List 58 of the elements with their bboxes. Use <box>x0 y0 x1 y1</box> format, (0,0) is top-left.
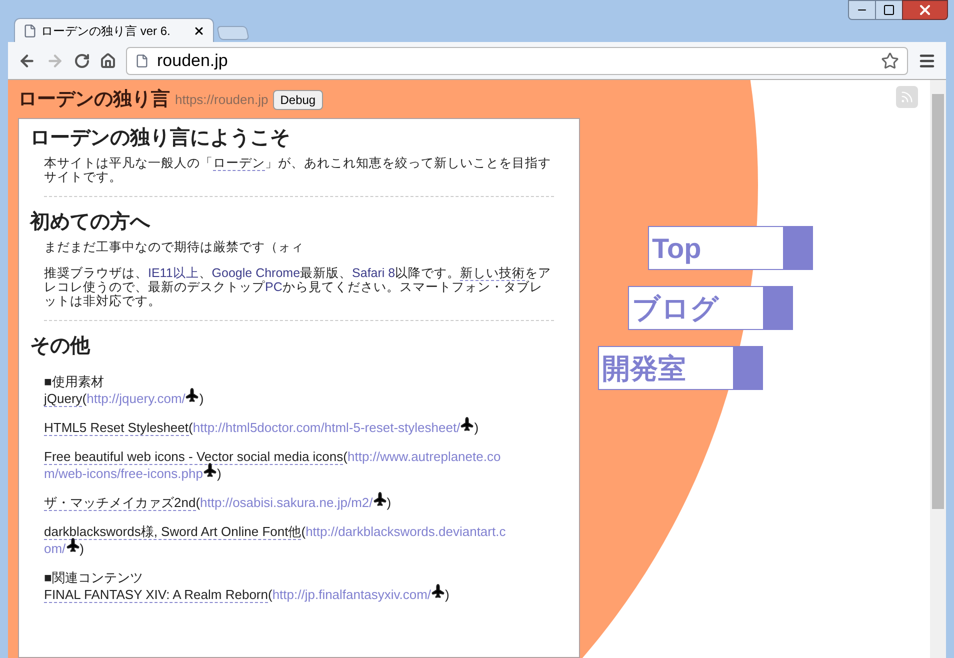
address-bar[interactable]: rouden.jp <box>126 46 908 74</box>
site-url: https://rouden.jp <box>175 91 268 110</box>
close-parenthesis: ) <box>80 541 84 556</box>
browser-tab[interactable]: ローデンの独り言 ver 6. <box>14 18 214 42</box>
section-heading: その他 <box>30 334 92 359</box>
resource-link[interactable]: om/ <box>44 541 66 556</box>
resource-link[interactable]: http://darkblackswords.deviantart.c <box>306 524 506 539</box>
scrollbar-thumb[interactable] <box>932 94 944 509</box>
category-label: ■使用素材 <box>44 373 105 390</box>
section-heading: 初めての方へ <box>30 210 152 235</box>
paragraph: 本サイトは平凡な一般人の「ローデン」が、あれこれ知恵を絞って新しいことを目指すサイトです。 <box>44 156 552 184</box>
open-parenthesis: ( <box>268 587 272 602</box>
resource-name: HTML5 Reset Stylesheet <box>44 420 189 436</box>
resource-link[interactable]: http://jp.finalfantasyxiv.com/ <box>272 587 432 602</box>
bookmark-star-icon[interactable] <box>881 52 899 70</box>
close-tab-icon[interactable] <box>193 24 205 36</box>
close-parenthesis: ) <box>445 587 450 602</box>
close-icon <box>917 2 933 18</box>
resource-link[interactable]: http://www.autreplanete.co <box>348 449 501 464</box>
tab-title: ローデンの独り言 ver 6. <box>41 22 170 40</box>
page-icon <box>135 54 149 68</box>
open-parenthesis: ( <box>82 391 87 406</box>
resource-link[interactable]: http://jquery.com/ <box>86 391 186 406</box>
debug-button[interactable]: Debug <box>273 90 323 110</box>
maximize-button[interactable] <box>876 0 902 20</box>
resource-link[interactable]: m/web-icons/free-icons.php <box>44 466 203 481</box>
resource-link[interactable]: http://osabisi.sakura.ne.jp/m2/ <box>200 495 373 510</box>
back-icon[interactable] <box>18 52 36 70</box>
section-heading: ローデンの独り言にようこそ <box>30 126 291 151</box>
resource-name: FINAL FANTASY XIV: A Realm Reborn <box>44 587 268 603</box>
resource-name: darkblackswords様, Sword Art Online Font他 <box>44 524 302 540</box>
resource-name: jQuery <box>44 391 82 407</box>
nav-link[interactable]: Top <box>648 226 813 270</box>
resource-link[interactable]: http://html5doctor.com/html-5-reset-stylesheet/ <box>192 420 460 435</box>
open-parenthesis: ( <box>196 495 200 510</box>
open-parenthesis: ( <box>188 420 193 435</box>
nav-link[interactable]: ブログ <box>628 286 793 330</box>
open-parenthesis: ( <box>301 524 306 539</box>
site-title: ローデンの独り言 <box>18 88 170 112</box>
address-text: rouden.jp <box>157 50 228 72</box>
nav-link[interactable]: 開発室 <box>598 346 763 390</box>
close-parenthesis: ) <box>216 466 222 481</box>
resource-name: ザ・マッチメイカァズ2nd <box>44 495 196 511</box>
resource-name: Free beautiful web icons - Vector social media icons <box>44 449 344 465</box>
category-label: ■関連コンテンツ <box>44 569 144 586</box>
open-parenthesis: ( <box>343 449 348 464</box>
page-icon <box>23 24 37 38</box>
paragraph: まだまだ工事中なので期待は厳禁です（ォィ <box>44 240 305 254</box>
close-parenthesis: ) <box>474 420 479 435</box>
close-parenthesis: ) <box>386 495 392 510</box>
maximize-icon <box>883 4 895 16</box>
close-button[interactable] <box>902 0 948 20</box>
scrollbar[interactable] <box>930 80 946 658</box>
paragraph: 推奨ブラウザは、IE11以上、Google Chrome最新版、Safari 8以降です。新しい技術をアレコレ使うので、最新のデスクトップPCから見てください。スマートフォン・タブレットは非対応です。 <box>44 266 552 308</box>
home-icon[interactable] <box>100 52 116 68</box>
reload-icon[interactable] <box>74 52 90 68</box>
menu-icon[interactable] <box>918 52 936 70</box>
close-parenthesis: ) <box>199 391 204 406</box>
